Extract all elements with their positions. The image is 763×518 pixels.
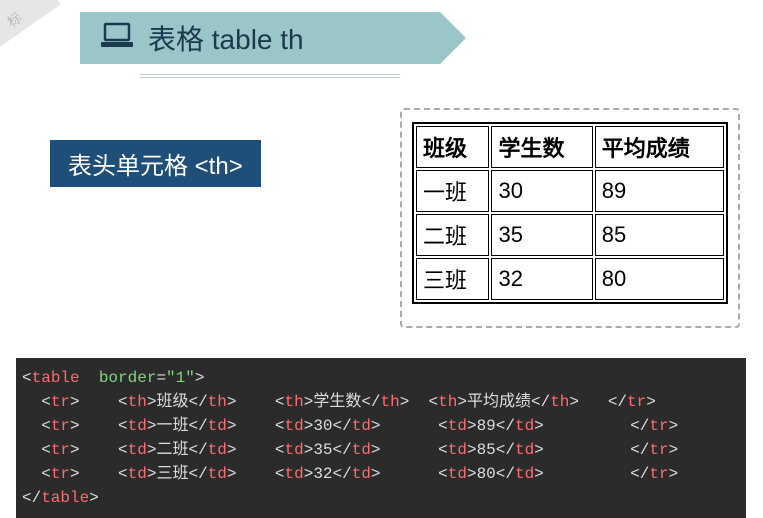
table-cell: 一班 (416, 170, 489, 212)
table-cell: 89 (595, 170, 724, 212)
table-row: 三班 32 80 (416, 258, 724, 300)
table-cell: 二班 (416, 214, 489, 256)
table-row: 班级 学生数 平均成绩 (416, 126, 724, 168)
table-cell: 30 (491, 170, 592, 212)
header-chevron: 表格 table th (80, 12, 440, 64)
code-block: <table border="1"> <tr> <th>班级</th> <th>… (16, 358, 746, 518)
header-title: 表格 table th (148, 18, 304, 58)
table-header-cell: 班级 (416, 126, 489, 168)
table-cell: 85 (595, 214, 724, 256)
subtitle-badge: 表头单元格 <th> (50, 140, 261, 187)
corner-tag: 标 (0, 0, 61, 58)
table-cell: 三班 (416, 258, 489, 300)
laptop-icon (100, 22, 134, 55)
table-cell: 80 (595, 258, 724, 300)
table-cell: 32 (491, 258, 592, 300)
table-header-cell: 平均成绩 (595, 126, 724, 168)
demo-table: 班级 学生数 平均成绩 一班 30 89 二班 35 85 三班 32 80 (412, 122, 728, 304)
table-frame: 班级 学生数 平均成绩 一班 30 89 二班 35 85 三班 32 80 (400, 108, 740, 328)
table-cell: 35 (491, 214, 592, 256)
page-header: 表格 table th (80, 12, 440, 78)
table-row: 一班 30 89 (416, 170, 724, 212)
table-header-cell: 学生数 (491, 126, 592, 168)
header-underline (140, 74, 400, 78)
table-row: 二班 35 85 (416, 214, 724, 256)
